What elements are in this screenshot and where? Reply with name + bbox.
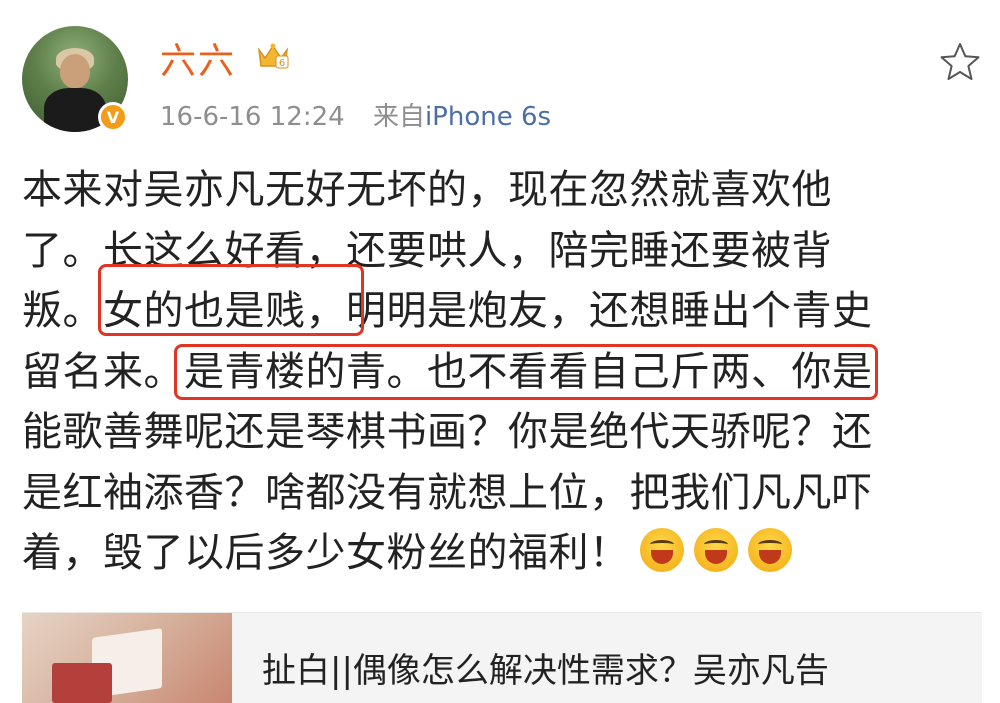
post-line: 是红袖添香？啥都没有就想上位，把我们凡凡吓 [22, 469, 873, 516]
link-card-title[interactable]: 扯白||偶像怎么解决性需求？吴亦凡告 [262, 643, 829, 692]
post-line-last: 着，毁了以后多少女粉丝的福利！ [22, 523, 982, 584]
username[interactable]: 六六 [160, 32, 236, 84]
laughing-emoji-icon [693, 528, 738, 572]
link-card[interactable]: 扯白||偶像怎么解决性需求？吴亦凡告 [22, 612, 982, 703]
highlight-box-2 [174, 344, 878, 400]
favorite-star-icon[interactable] [938, 40, 982, 84]
verified-badge-icon: V [98, 102, 128, 132]
avatar-body [44, 88, 106, 132]
crown-level-icon[interactable]: 6 [256, 40, 290, 70]
link-card-thumbnail [22, 613, 232, 703]
thumbnail-book-cover [52, 663, 112, 703]
post-line: 本来对吴亦凡无好无坏的，现在忽然就喜欢他 [22, 167, 832, 213]
post-meta: 16-6-16 12:24 来自iPhone 6s [160, 96, 551, 133]
laughing-emoji-icon [639, 528, 684, 572]
post-timestamp: 16-6-16 12:24 [160, 102, 345, 132]
post-source-device[interactable]: iPhone 6s [425, 102, 551, 132]
highlight-box-1 [98, 264, 364, 336]
post-source-prefix: 来自 [372, 102, 425, 132]
post-line-text: 着，毁了以后多少女粉丝的福利！ [22, 530, 630, 576]
avatar-face [60, 54, 90, 88]
post-line: 能歌善舞呢还是琴棋书画？你是绝代天骄呢？还 [22, 409, 873, 455]
laughing-emoji-icon [747, 528, 792, 572]
crown-level-number: 6 [279, 58, 285, 69]
